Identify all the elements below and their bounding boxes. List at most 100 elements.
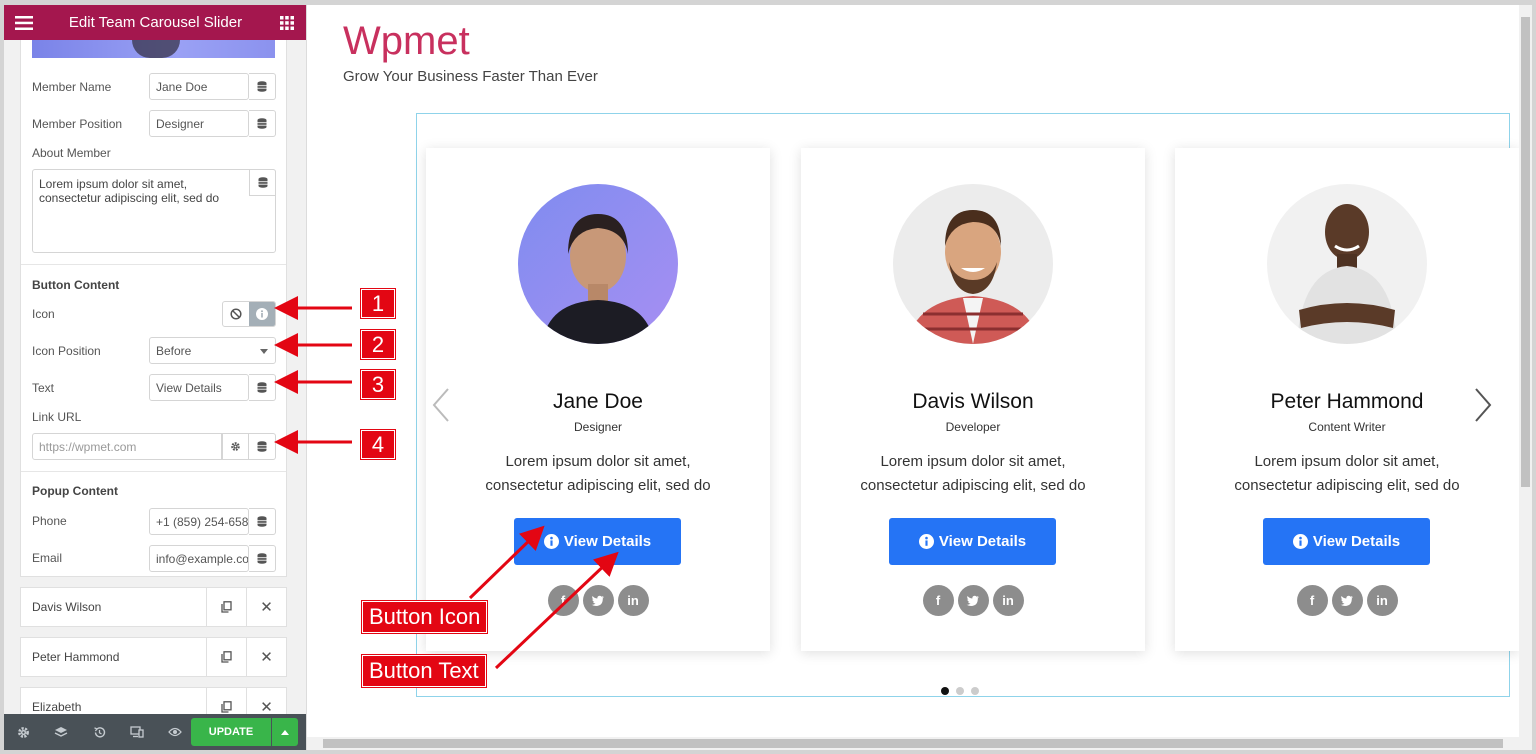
phone-label: Phone — [32, 514, 67, 528]
repeater-item-label: Peter Hammond — [32, 650, 120, 664]
member-position-input[interactable]: Designer — [149, 110, 249, 137]
facebook-icon[interactable]: f — [1296, 585, 1328, 616]
member-name: Jane Doe — [553, 390, 643, 413]
layers-icon[interactable] — [42, 726, 80, 739]
view-details-button[interactable]: View Details — [889, 518, 1056, 565]
icon-position-label: Icon Position — [32, 344, 101, 358]
team-card-peter-hammond: Peter Hammond Content Writer Lorem ipsum… — [1175, 148, 1519, 651]
widgets-grid-icon[interactable] — [267, 15, 306, 30]
popup-content-heading: Popup Content — [32, 484, 118, 498]
section-divider — [21, 264, 286, 265]
team-card-davis-wilson: Davis Wilson Developer Lorem ipsum dolor… — [801, 148, 1145, 651]
site-logo-text: Wpmet — [343, 19, 470, 63]
about-member-textarea[interactable]: Lorem ipsum dolor sit amet, consectetur … — [32, 169, 276, 253]
linkedin-icon[interactable]: in — [1366, 585, 1398, 616]
settings-gear-icon[interactable] — [4, 726, 42, 739]
icon-position-select[interactable]: Before — [149, 337, 276, 364]
view-details-button[interactable]: View Details — [514, 518, 681, 565]
pagination-dot[interactable] — [941, 687, 949, 695]
social-links: f in — [801, 585, 1145, 616]
info-icon-option[interactable] — [249, 302, 275, 326]
dynamic-tags-icon[interactable] — [249, 110, 276, 137]
member-photo-jane-doe — [518, 184, 678, 344]
member-position: Designer — [573, 420, 623, 434]
team-card-jane-doe: Jane Doe Designer Lorem ipsum dolor sit … — [426, 148, 770, 651]
close-icon[interactable]: ✕ — [246, 587, 286, 627]
view-details-button[interactable]: View Details — [1263, 518, 1430, 565]
icon-choose-control[interactable] — [222, 301, 276, 327]
carousel-prev-arrow-icon[interactable] — [431, 387, 451, 431]
site-tagline: Grow Your Business Faster Than Ever — [343, 68, 598, 85]
facebook-icon[interactable]: f — [547, 585, 579, 616]
button-text-input[interactable]: View Details — [149, 374, 249, 401]
email-label: Email — [32, 551, 63, 565]
text-label: Text — [32, 381, 55, 395]
view-details-label: View Details — [563, 533, 652, 550]
repeater-item-davis-wilson[interactable]: Davis Wilson ✕ — [20, 587, 287, 627]
responsive-mode-icon[interactable] — [118, 726, 156, 738]
annotation-badge-4: 4 — [361, 430, 395, 459]
dynamic-tags-icon[interactable] — [249, 545, 276, 572]
email-input[interactable]: info@example.com — [149, 545, 249, 572]
repeater-item-panel: Member Name Jane Doe Member Position Des… — [20, 40, 287, 577]
view-details-label: View Details — [938, 533, 1027, 550]
page-preview: Wpmet Grow Your Business Faster Than Eve… — [307, 5, 1519, 738]
linkedin-icon[interactable]: in — [617, 585, 649, 616]
dynamic-tags-icon[interactable] — [249, 169, 276, 196]
phone-input[interactable]: +1 (859) 254-658 — [149, 508, 249, 535]
member-name-input[interactable]: Jane Doe — [149, 73, 249, 100]
none-ban-icon[interactable] — [223, 302, 249, 326]
editor-sidebar: Edit Team Carousel Slider Member Name Ja… — [4, 5, 307, 750]
member-photo-davis-wilson — [893, 184, 1053, 344]
link-url-label: Link URL — [32, 410, 82, 424]
vertical-scrollbar[interactable] — [1519, 5, 1532, 738]
info-icon — [543, 534, 559, 549]
dynamic-tags-icon[interactable] — [249, 508, 276, 535]
duplicate-icon[interactable] — [206, 587, 246, 627]
social-links: f in — [1175, 585, 1519, 616]
member-name: Davis Wilson — [912, 390, 1034, 413]
icon-position-value: Before — [156, 343, 192, 358]
pagination-dot[interactable] — [971, 687, 979, 695]
facebook-icon[interactable]: f — [922, 585, 954, 616]
member-name: Peter Hammond — [1270, 390, 1424, 413]
horizontal-scrollbar[interactable] — [307, 737, 1532, 750]
repeater-item-label: Davis Wilson — [32, 600, 102, 614]
view-details-label: View Details — [1312, 533, 1401, 550]
duplicate-icon[interactable] — [206, 637, 246, 677]
sidebar-header: Edit Team Carousel Slider — [4, 5, 306, 40]
update-button[interactable]: UPDATE — [191, 718, 271, 746]
member-description: Lorem ipsum dolor sit amet, consectetur … — [485, 453, 711, 494]
member-description: Lorem ipsum dolor sit amet, consectetur … — [1234, 453, 1460, 494]
annotation-badge-2: 2 — [361, 330, 395, 359]
repeater-item-peter-hammond[interactable]: Peter Hammond ✕ — [20, 637, 287, 677]
button-content-heading: Button Content — [32, 278, 120, 292]
close-icon[interactable]: ✕ — [246, 637, 286, 677]
twitter-icon[interactable] — [957, 585, 989, 616]
member-image-preview[interactable] — [32, 40, 275, 58]
dynamic-tags-icon[interactable] — [249, 374, 276, 401]
update-options-caret-icon[interactable] — [272, 718, 298, 746]
twitter-icon[interactable] — [1331, 585, 1363, 616]
twitter-icon[interactable] — [582, 585, 614, 616]
preview-eye-icon[interactable] — [156, 727, 194, 737]
member-description: Lorem ipsum dolor sit amet, consectetur … — [860, 453, 1086, 494]
info-icon — [1292, 534, 1308, 549]
chevron-down-icon — [260, 349, 268, 354]
dynamic-tags-icon[interactable] — [249, 73, 276, 100]
member-position: Developer — [945, 420, 1001, 434]
pagination-dot[interactable] — [956, 687, 964, 695]
carousel-next-arrow-icon[interactable] — [1473, 387, 1493, 431]
annotation-button-text: Button Text — [362, 655, 486, 687]
member-position: Content Writer — [1308, 420, 1386, 434]
sidebar-footer: UPDATE — [4, 714, 306, 750]
gear-icon[interactable] — [222, 433, 249, 460]
dynamic-tags-icon[interactable] — [249, 433, 276, 460]
icon-label: Icon — [32, 307, 55, 321]
hamburger-menu-icon[interactable] — [4, 15, 44, 30]
repeater-item-label: Elizabeth — [32, 700, 82, 714]
linkedin-icon[interactable]: in — [992, 585, 1024, 616]
member-photo-peter-hammond — [1267, 184, 1427, 344]
link-url-input[interactable]: https://wpmet.com — [32, 433, 222, 460]
history-icon[interactable] — [80, 726, 118, 739]
